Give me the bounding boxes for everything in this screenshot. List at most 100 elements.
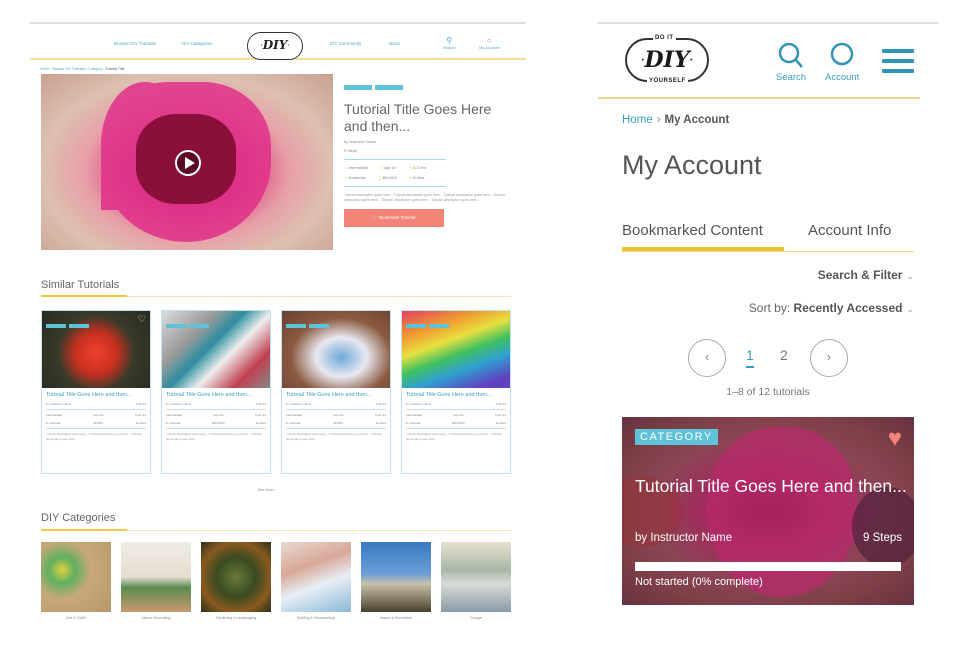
card-title[interactable]: Tutorial Title Goes Here and then... (402, 388, 510, 399)
search-label: Search (443, 45, 456, 50)
card-steps: 9 Steps (495, 402, 506, 406)
page-title: My Account (622, 150, 762, 180)
meta-info: ☺ Intermediate ▢ Age 10+ ◷ 6-10 hrs ☺ 8 ma… (344, 159, 446, 187)
account-button[interactable]: Account (825, 42, 859, 83)
card-description: Tutorial description goes here... Tutori… (166, 432, 262, 441)
chevron-right-icon: › (826, 349, 832, 364)
top-nav: Browse DIY Tutorials DIY Categories ·DIY… (30, 26, 526, 60)
tutorial-card[interactable]: ♡ Tutorial Title Goes Here and then... b… (41, 310, 151, 474)
materials-icon: ☺ (344, 176, 348, 180)
category-label: Nature & Recreation (380, 616, 412, 620)
category-tag[interactable] (375, 85, 403, 90)
see-more-link[interactable]: See More › (258, 488, 275, 492)
category-tile[interactable]: Building & Woodworking (281, 542, 351, 620)
bookmark-heart-icon[interactable]: ♥ (888, 427, 902, 451)
search-button[interactable]: Search (776, 42, 806, 83)
category-tile[interactable]: Arts & Crafts (41, 542, 111, 620)
tutorial-card[interactable]: Tutorial Title Goes Here and then... by … (161, 310, 271, 474)
card-image (402, 311, 510, 388)
category-tile[interactable]: Gardening & Landscaping (201, 542, 271, 620)
my-account-button[interactable]: ○ My Account (479, 36, 500, 50)
chevron-right-icon: › (656, 114, 661, 126)
card-title[interactable]: Tutorial Title Goes Here and then... (42, 388, 150, 399)
category-label: Arts & Crafts (66, 616, 86, 620)
breadcrumb-home[interactable]: Home (40, 67, 49, 71)
category-tile[interactable]: Interior Decorating (121, 542, 191, 620)
progress-label: Not started (0% complete) (635, 576, 763, 588)
card-title[interactable]: Tutorial Title Goes Here and then... (635, 475, 907, 497)
nav-diy-community[interactable]: DIY Community (330, 41, 361, 46)
card-image (162, 311, 270, 388)
sort-dropdown[interactable]: Sort by: Recently Accessed ⌄ (749, 301, 914, 315)
search-label: Search (776, 72, 807, 83)
card-steps: 9 Steps (375, 402, 386, 406)
category-badge[interactable]: CATEGORY (635, 429, 718, 445)
search-filter-dropdown[interactable]: Search & Filter ⌄ (818, 268, 914, 282)
breadcrumb: Home › Browse DIY Tutorials › Category ›… (40, 67, 125, 71)
sort-label: Sort by: (748, 301, 791, 315)
account-icon: ○ (486, 36, 492, 45)
card-description: Tutorial description goes here... Tutori… (406, 432, 502, 441)
category-label: Gardening & Landscaping (215, 616, 257, 620)
tab-bookmarked-content[interactable]: Bookmarked Content (622, 222, 784, 251)
nav-about[interactable]: About (388, 41, 400, 46)
category-image (361, 542, 431, 612)
bookmark-tutorial-button[interactable]: ♡ Bookmark Tutorial (344, 209, 444, 227)
steps-count: 9 Steps (344, 149, 357, 153)
prev-page-button[interactable]: ‹ (688, 339, 726, 377)
category-label: Building & Woodworking (297, 616, 335, 620)
nav-diy-categories[interactable]: DIY Categories (182, 41, 212, 46)
mobile-my-account-page: DO IT ·DIY· YOURSELF Search Account Home… (598, 22, 938, 622)
card-title[interactable]: Tutorial Title Goes Here and then... (162, 388, 270, 399)
category-tile[interactable]: Garage (441, 542, 511, 620)
card-meta: Intermediate Age 10+ 6-10 hrs 8 materials $0… (286, 409, 386, 429)
divider (41, 295, 511, 297)
page-2[interactable]: 2 (780, 347, 788, 363)
instructor[interactable]: by Instructor Name (344, 140, 514, 144)
category-label: Garage (470, 616, 482, 620)
browser-edge (30, 22, 526, 24)
nav-browse-tutorials[interactable]: Browse DIY Tutorials (114, 41, 156, 46)
hamburger-menu-icon[interactable] (882, 49, 914, 79)
category-tile[interactable]: Nature & Recreation (361, 542, 431, 620)
bookmark-heart-icon[interactable]: ♡ (138, 314, 146, 325)
card-image (282, 311, 390, 388)
play-icon[interactable] (175, 150, 201, 176)
card-meta: Intermediate Age 10+ 6-10 hrs 8 materials $5… (166, 409, 266, 429)
diy-logo[interactable]: ·DIY· (247, 32, 303, 60)
search-button[interactable]: ⚲ Search (443, 36, 456, 50)
breadcrumb-browse[interactable]: Browse DIY Tutorials (52, 67, 85, 71)
bookmarked-tutorial-card[interactable]: CATEGORY ♥ Tutorial Title Goes Here and … (622, 417, 914, 605)
chevron-down-icon: ⌄ (906, 304, 914, 314)
hero-video[interactable] (41, 74, 333, 250)
bookmark-label: Bookmark Tutorial (379, 215, 416, 220)
diy-logo[interactable]: DO IT ·DIY· YOURSELF (625, 35, 709, 85)
account-label: Account (825, 72, 860, 83)
progress-bar (635, 562, 901, 571)
category-tag[interactable] (344, 85, 372, 90)
age-icon: ▢ (380, 166, 384, 170)
chevron-down-icon: ⌄ (906, 271, 914, 281)
card-steps: 9 Steps (135, 402, 146, 406)
logo-top-text: DO IT (653, 35, 676, 42)
card-description: Tutorial description goes here... Tutori… (46, 432, 142, 441)
card-title[interactable]: Tutorial Title Goes Here and then... (282, 388, 390, 399)
card-instructor: by Instructor Name (406, 402, 432, 406)
card-steps: 9 Steps (863, 532, 902, 544)
card-instructor: by Instructor Name (166, 402, 192, 406)
page-1[interactable]: 1 (746, 347, 754, 368)
browser-edge (598, 22, 938, 24)
tutorial-card[interactable]: Tutorial Title Goes Here and then... by … (401, 310, 511, 474)
tab-account-info[interactable]: Account Info (808, 222, 891, 239)
tutorial-card[interactable]: Tutorial Title Goes Here and then... by … (281, 310, 391, 474)
next-page-button[interactable]: › (810, 339, 848, 377)
breadcrumb-home[interactable]: Home (622, 114, 653, 126)
logo-bottom-text: YOURSELF (647, 78, 688, 85)
pagination: ‹ 1 2 › (688, 339, 848, 379)
breadcrumb-category[interactable]: Category (88, 67, 102, 71)
divider (41, 529, 511, 531)
tutorial-description: Tutorial description goes here... Tutori… (344, 193, 505, 202)
chevron-left-icon: ‹ (704, 349, 710, 364)
card-meta: Intermediate Age 10+ 6-30 hrs 8 materials $5… (406, 409, 506, 429)
search-icon: ⚲ (446, 36, 453, 45)
